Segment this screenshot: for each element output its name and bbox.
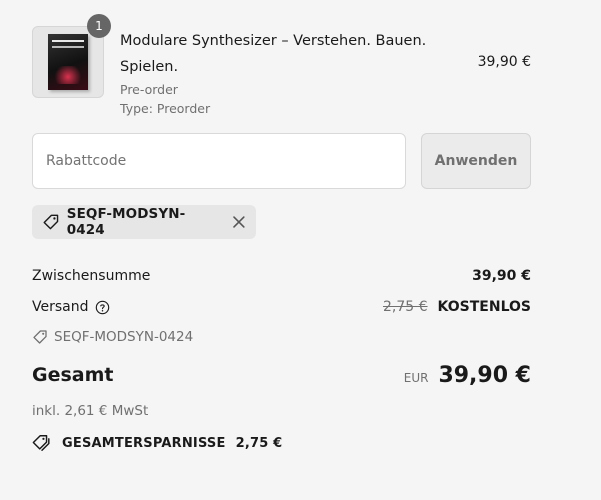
product-info: Modulare Synthesizer – Verstehen. Bauen.… bbox=[120, 28, 450, 118]
tag-icon bbox=[43, 214, 59, 230]
subtotal-value: 39,90 € bbox=[472, 268, 531, 284]
product-title: Modulare Synthesizer – Verstehen. Bauen.… bbox=[120, 33, 427, 75]
savings-value: 2,75 € bbox=[235, 435, 283, 451]
applied-discount-code: SEQF-MODSYN-0424 bbox=[66, 206, 186, 238]
shipping-row: Versand 2,75 € KOSTENLOS bbox=[32, 296, 531, 318]
product-type: Type: Preorder bbox=[120, 101, 211, 116]
help-icon[interactable] bbox=[95, 300, 110, 315]
discount-code-input[interactable] bbox=[32, 133, 406, 189]
subtotal-label: Zwischensumme bbox=[32, 268, 151, 284]
shipping-label-group: Versand bbox=[32, 299, 110, 315]
discount-code-line: SEQF-MODSYN-0424 bbox=[32, 329, 193, 345]
subtotal-row: Zwischensumme 39,90 € bbox=[32, 265, 531, 287]
product-price: 39,90 € bbox=[477, 54, 531, 70]
discount-code-label: SEQF-MODSYN-0424 bbox=[54, 329, 194, 345]
product-variant: Pre-order bbox=[120, 82, 178, 97]
applied-discount-chip: SEQF-MODSYN-0424 bbox=[32, 205, 256, 239]
quantity-badge: 1 bbox=[87, 14, 111, 38]
shipping-original-price: 2,75 € bbox=[383, 299, 428, 315]
product-thumbnail: 1 bbox=[32, 14, 111, 98]
total-row: Gesamt EUR 39,90 € bbox=[32, 360, 531, 390]
total-label: Gesamt bbox=[32, 364, 114, 386]
book-icon bbox=[48, 34, 88, 90]
close-icon[interactable] bbox=[232, 215, 246, 229]
tax-note: inkl. 2,61 € MwSt bbox=[32, 403, 149, 419]
savings-label: GESAMTERSPARNISSE bbox=[62, 435, 226, 451]
total-value-group: EUR 39,90 € bbox=[404, 363, 531, 388]
savings-tag-icon bbox=[32, 435, 50, 451]
apply-discount-button[interactable]: Anwenden bbox=[421, 133, 531, 189]
total-savings: GESAMTERSPARNISSE 2,75 € bbox=[32, 433, 282, 453]
discount-code-form: Anwenden bbox=[32, 133, 531, 189]
tag-icon bbox=[33, 330, 47, 344]
shipping-value: KOSTENLOS bbox=[437, 299, 531, 315]
discount-row: SEQF-MODSYN-0424 bbox=[32, 326, 531, 348]
currency-code: EUR bbox=[403, 370, 429, 385]
total-value: 39,90 € bbox=[438, 362, 531, 388]
cart-line-item: 1 Modulare Synthesizer – Verstehen. Baue… bbox=[32, 14, 531, 118]
shipping-value-group: 2,75 € KOSTENLOS bbox=[383, 299, 531, 315]
tax-row: inkl. 2,61 € MwSt bbox=[32, 400, 531, 422]
shipping-label: Versand bbox=[32, 299, 89, 315]
